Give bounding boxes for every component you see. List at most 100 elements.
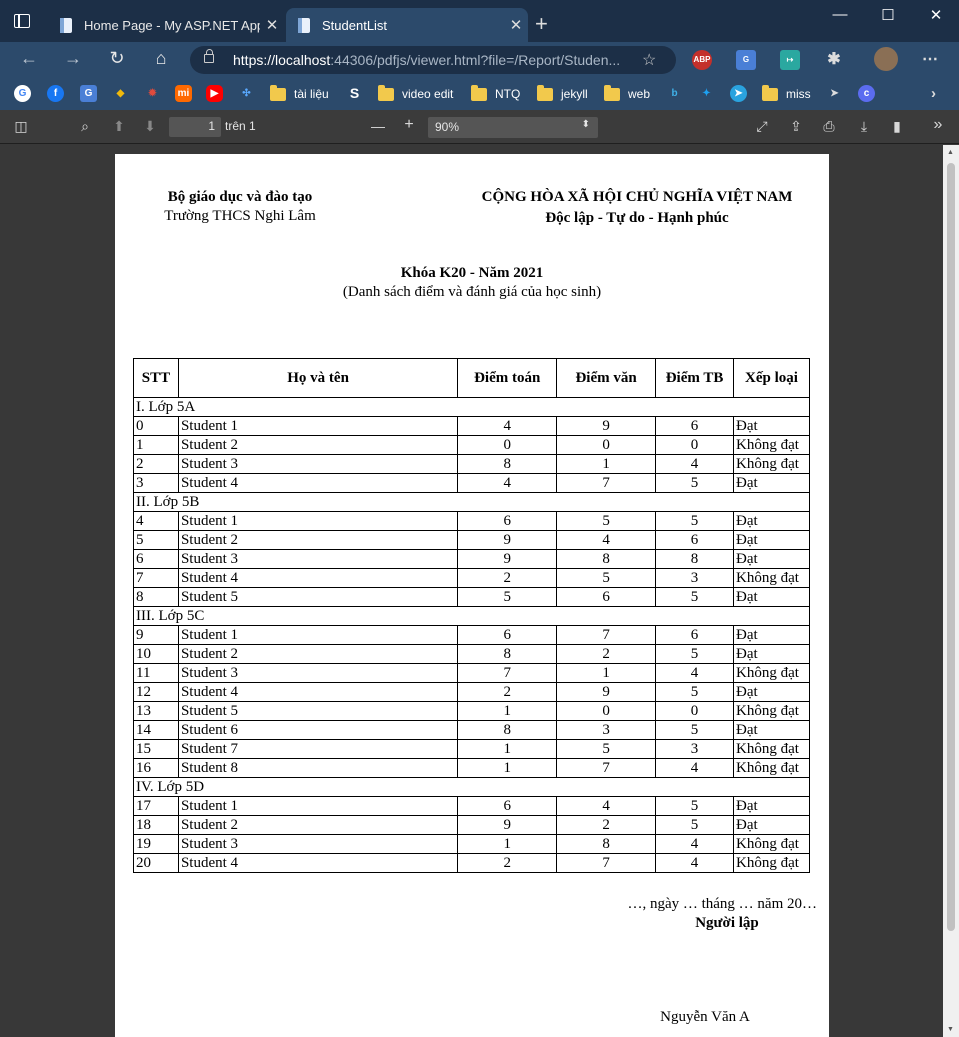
address-bar[interactable]: https://localhost:44306/pdfjs/viewer.htm… [190,46,676,74]
apps-bookmark-icon[interactable]: ✣ [238,85,255,102]
literature-score-cell: 4 [556,796,657,816]
ministry: Bộ giáo dục và đào tạo [167,189,313,205]
print-icon[interactable]: ⎙ [820,118,838,135]
scrollbar-thumb[interactable] [947,163,955,931]
average-score-cell: 5 [655,682,734,702]
binance-bookmark-icon[interactable]: ◆ [112,85,129,102]
facebook-bookmark-icon[interactable]: f [47,85,64,102]
pdf-viewer[interactable]: Bộ giáo dục và đào tạo Trường THCS Nghi … [0,145,943,1037]
next-page-icon[interactable]: ⬇ [141,118,159,135]
average-score-cell: 0 [655,701,734,721]
table-row: 18 Student 2 9 2 5 Đạt [133,815,811,835]
tab-actions-icon[interactable] [14,14,30,28]
column-header: Điểm TB [655,358,734,398]
forward-arrow-icon[interactable]: → [61,48,85,69]
url-text[interactable]: https://localhost:44306/pdfjs/viewer.htm… [233,52,633,68]
name-cell: Student 5 [177,701,459,721]
column-header: Xếp loại [732,358,811,398]
close-tab-icon[interactable]: ✕ [260,16,284,34]
favorite-star-icon[interactable]: ☆ [642,50,656,70]
more-menu-icon[interactable]: ⋯ [920,50,940,70]
literature-score-cell: 7 [556,853,657,873]
motto: Độc lập - Tự do - Hạnh phúc [545,210,729,226]
tab-studentlist[interactable]: StudentList ✕ [286,8,528,42]
open-file-icon[interactable]: ⇪ [787,118,805,135]
name-cell: Student 1 [177,511,459,531]
folder-icon [604,84,620,101]
google-bookmark-icon[interactable]: G [14,85,31,102]
download-icon[interactable]: ⤓ [855,118,873,135]
bing-bookmark-icon[interactable]: b [666,85,683,102]
stt-cell: 12 [133,682,179,702]
new-tab-button[interactable]: + [535,11,548,37]
zoom-out-button[interactable]: — [369,118,387,134]
bookmark-icon[interactable]: ▮ [888,118,906,135]
lock-icon[interactable] [204,49,214,63]
mi-bookmark-icon[interactable]: mi [175,85,192,102]
extensions-puzzle-icon[interactable]: ✱ [824,50,844,70]
republic-title: CỘNG HÒA XÃ HỘI CHỦ NGHĨA VIỆT NAM [481,189,793,205]
table-row: 20 Student 4 2 7 4 Không đạt [133,853,811,873]
tab-label: StudentList [322,17,388,33]
telegram-bookmark-icon[interactable]: ➤ [730,85,747,102]
bookmark-web[interactable]: web [604,84,650,103]
math-score-cell: 8 [457,454,558,474]
twitter-bookmark-icon[interactable]: ✦ [698,85,715,102]
rating-cell: Không đạt [732,758,811,778]
scroll-down-arrow-icon[interactable]: ▼ [947,1026,954,1033]
literature-score-cell: 9 [556,416,657,436]
more-bookmarks-chevron-icon[interactable]: › [925,85,942,102]
page-number-input[interactable]: 1 [169,117,221,137]
bookmark-miss[interactable]: miss [762,84,811,103]
home-icon[interactable]: ⌂ [149,48,173,69]
stt-cell: 1 [133,435,179,455]
refresh-icon[interactable]: ↻ [105,48,129,69]
profile-avatar[interactable] [874,47,898,71]
back-arrow-icon[interactable]: ← [17,48,41,69]
translate-bookmark-icon[interactable]: G [80,85,97,102]
page-icon [298,17,310,33]
rating-cell: Đạt [732,815,811,835]
literature-score-cell: 2 [556,644,657,664]
group-label: III. Lớp 5C [133,606,810,626]
screen-extension-icon[interactable]: ↦ [780,50,800,70]
scroll-up-arrow-icon[interactable]: ▲ [947,149,954,156]
adblock-extension-icon[interactable]: ABP [692,50,712,70]
rating-cell: Không đạt [732,701,811,721]
bug-bookmark-icon[interactable]: ✹ [144,85,161,102]
youtube-bookmark-icon[interactable]: ▶ [206,85,223,102]
stt-cell: 3 [133,473,179,493]
table-row: 19 Student 3 1 8 4 Không đạt [133,834,811,854]
cursor-bookmark-icon[interactable]: ➤ [826,85,843,102]
close-window-button[interactable]: ✕ [913,6,959,24]
name-cell: Student 4 [177,682,459,702]
bookmark-tai-lieu[interactable]: tài liệu [270,84,329,103]
bookmark-ntq[interactable]: NTQ [471,84,520,103]
bookmark-video-edit[interactable]: video edit [378,84,453,103]
s-bookmark-icon[interactable]: S [346,85,363,102]
minimize-button[interactable]: — [817,6,863,23]
close-tab-icon[interactable]: ✕ [504,16,528,34]
maximize-button[interactable]: ☐ [865,6,911,24]
table-row: 14 Student 6 8 3 5 Đạt [133,720,811,740]
translate-extension-icon[interactable]: G [736,50,756,70]
document-subtitle: (Danh sách điểm và đánh giá của học sinh… [342,284,602,300]
sidebar-toggle-icon[interactable]: ◫ [12,118,30,135]
rating-cell: Đạt [732,720,811,740]
zoom-select[interactable]: 90% ⬍ [428,117,598,138]
rating-cell: Không đạt [732,739,811,759]
c-bookmark-icon[interactable]: c [858,85,875,102]
page-total: trên 1 [225,119,256,133]
bookmark-jekyll[interactable]: jekyll [537,84,588,103]
zoom-in-button[interactable]: + [400,116,418,134]
search-icon[interactable]: ⌕ [76,118,94,135]
document-title: Khóa K20 - Năm 2021 (Danh sách điểm và đ… [115,264,829,302]
vertical-scrollbar[interactable]: ▲ ▼ [943,145,959,1037]
rating-cell: Không đạt [732,454,811,474]
previous-page-icon[interactable]: ⬆ [110,118,128,135]
folder-icon [537,84,553,101]
literature-score-cell: 5 [556,568,657,588]
tab-home-page[interactable]: Home Page - My ASP.NET Applic ✕ [48,8,284,42]
tools-chevron-icon[interactable]: » [929,116,947,134]
presentation-mode-icon[interactable]: ⤢ [753,118,771,135]
